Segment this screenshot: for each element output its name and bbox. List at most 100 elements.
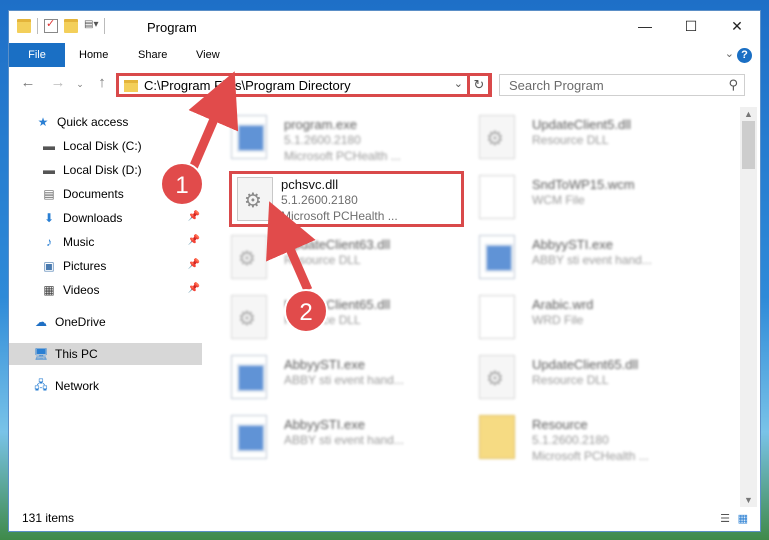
file-item[interactable]: Resource 5.1.2600.2180 Microsoft PCHealt…	[457, 409, 687, 463]
file-list: program.exe 5.1.2600.2180 Microsoft PCHe…	[209, 107, 739, 503]
file-item[interactable]: AbbyySTI.exe ABBY sti event hand...	[209, 409, 439, 463]
pictures-icon: ▣	[43, 259, 55, 273]
sidebar-item-label: Music	[63, 235, 95, 249]
maximize-button[interactable]: ☐	[668, 11, 714, 41]
ribbon-tabs: File Home Share View	[9, 43, 760, 67]
sidebar-item-local-disk-c[interactable]: ▬ Local Disk (C:)	[9, 135, 202, 157]
minimize-button[interactable]: —	[622, 11, 668, 41]
sidebar-item-label: OneDrive	[55, 315, 106, 329]
sidebar-item-network[interactable]: 🖧 Network	[9, 375, 202, 397]
file-name: UpdateClient65.dll	[284, 297, 391, 312]
star-icon: ★	[37, 115, 49, 129]
sidebar-item-local-disk-d[interactable]: ▬ Local Disk (D:)	[9, 159, 202, 181]
back-button[interactable]: ←	[17, 74, 39, 91]
pin-icon[interactable]: 📌	[188, 259, 200, 270]
sidebar-item-label: Videos	[63, 283, 100, 297]
file-item[interactable]: UpdateClient5.dll Resource DLL	[457, 109, 687, 163]
exe-file-icon	[479, 235, 515, 279]
sidebar-item-this-pc[interactable]: 🖥 This PC	[9, 343, 202, 365]
file-detail: Resource DLL	[532, 373, 609, 387]
scroll-down-icon[interactable]: ▼	[744, 495, 753, 505]
file-detail: Resource DLL	[284, 313, 361, 327]
file-detail: Resource DLL	[284, 253, 361, 267]
music-icon: ♪	[46, 235, 52, 249]
downloads-icon: ⬇	[43, 211, 55, 225]
file-name: SndToWP15.wcm	[532, 177, 635, 192]
file-item[interactable]: UpdateClient63.dll Resource DLL	[209, 229, 439, 283]
file-item[interactable]: Arabic.wrd WRD File	[457, 289, 687, 343]
folder-icon	[17, 19, 31, 33]
file-item[interactable]: AbbyySTI.exe ABBY sti event hand...	[209, 349, 439, 403]
up-button[interactable]: ↑	[91, 74, 113, 91]
expand-ribbon-icon[interactable]: ⌄	[725, 47, 734, 60]
file-detail: 5.1.2600.2180	[284, 133, 361, 147]
divider	[104, 18, 105, 34]
folder-file-icon	[479, 415, 515, 459]
recent-locations-icon[interactable]: ⌄	[69, 79, 91, 90]
refresh-button[interactable]: ↻	[467, 73, 491, 97]
help-icon[interactable]: ?	[737, 48, 752, 63]
sidebar-item-documents[interactable]: ▤ Documents	[9, 183, 202, 205]
address-bar[interactable]: C:\Program Files\Program Directory ⌄	[116, 73, 492, 97]
vertical-scrollbar[interactable]: ▲ ▼	[740, 107, 757, 507]
dll-file-icon	[231, 235, 267, 279]
file-detail: 5.1.2600.2180	[281, 193, 358, 207]
computer-icon: 🖥	[33, 347, 49, 361]
details-view-icon[interactable]: ☰	[720, 512, 730, 525]
tab-share[interactable]: Share	[126, 43, 179, 67]
file-name: UpdateClient63.dll	[284, 237, 391, 252]
tab-view[interactable]: View	[184, 43, 232, 67]
sidebar-item-label: Downloads	[63, 211, 123, 225]
navigation-bar: ← → ⌄ ↑ C:\Program Files\Program Directo…	[9, 71, 760, 99]
file-detail: ABBY sti event hand...	[284, 433, 404, 447]
chevron-down-icon[interactable]: ⌄	[454, 77, 463, 90]
file-detail: Microsoft PCHealth ...	[532, 449, 649, 463]
file-item[interactable]: program.exe 5.1.2600.2180 Microsoft PCHe…	[209, 109, 439, 163]
file-item[interactable]: AbbyySTI.exe ABBY sti event hand...	[457, 229, 687, 283]
sidebar-item-onedrive[interactable]: ☁ OneDrive	[9, 311, 202, 333]
exe-file-icon	[231, 355, 267, 399]
search-input[interactable]: Search Program ⚲	[499, 74, 745, 96]
sidebar-item-music[interactable]: ♪ Music 📌	[9, 231, 202, 253]
tab-file[interactable]: File	[9, 43, 65, 67]
file-name: AbbyySTI.exe	[532, 237, 613, 252]
tiles-view-icon[interactable]: ▦	[738, 512, 748, 525]
search-placeholder: Search Program	[509, 78, 604, 93]
new-folder-icon[interactable]	[64, 19, 78, 33]
file-name: UpdateClient65.dll	[532, 357, 639, 372]
file-name: pchsvc.dll	[281, 177, 339, 192]
file-detail: WRD File	[532, 313, 584, 327]
tab-home[interactable]: Home	[67, 43, 120, 67]
dll-file-icon	[231, 295, 267, 339]
highlighted-file-item[interactable]: pchsvc.dll 5.1.2600.2180 Microsoft PCHea…	[229, 171, 464, 227]
sidebar-item-downloads[interactable]: ⬇ Downloads 📌	[9, 207, 202, 229]
pin-icon[interactable]: 📌	[188, 211, 200, 222]
file-detail: WCM File	[532, 193, 585, 207]
close-button[interactable]: ✕	[714, 11, 760, 41]
sidebar-item-videos[interactable]: ▦ Videos 📌	[9, 279, 202, 301]
sidebar-item-quick-access[interactable]: ★ Quick access	[9, 111, 202, 133]
scroll-up-icon[interactable]: ▲	[744, 109, 753, 119]
properties-icon[interactable]	[44, 17, 58, 33]
forward-button[interactable]: →	[47, 74, 69, 91]
file-detail: Resource DLL	[532, 133, 609, 147]
item-count: 131 items	[22, 511, 75, 525]
file-item[interactable]: UpdateClient65.dll Resource DLL	[457, 349, 687, 403]
pin-icon[interactable]: 📌	[188, 283, 200, 294]
sidebar-item-label: Local Disk (D:)	[63, 163, 142, 177]
file-name: AbbyySTI.exe	[284, 417, 365, 432]
exe-file-icon	[231, 415, 267, 459]
scroll-thumb[interactable]	[742, 121, 755, 169]
file-item[interactable]: SndToWP15.wcm WCM File	[457, 169, 687, 223]
file-name: AbbyySTI.exe	[284, 357, 365, 372]
file-name: Resource	[532, 417, 588, 432]
file-detail: ABBY sti event hand...	[284, 373, 404, 387]
onedrive-icon: ☁	[35, 315, 47, 329]
file-detail: Microsoft PCHealth ...	[284, 149, 401, 163]
file-item[interactable]: UpdateClient65.dll Resource DLL	[209, 289, 439, 343]
sidebar-item-pictures[interactable]: ▣ Pictures 📌	[9, 255, 202, 277]
customize-toolbar-icon[interactable]: ▤▾	[84, 19, 98, 33]
pin-icon[interactable]: 📌	[188, 235, 200, 246]
search-icon: ⚲	[728, 77, 738, 92]
drive-icon: ▬	[43, 163, 55, 177]
